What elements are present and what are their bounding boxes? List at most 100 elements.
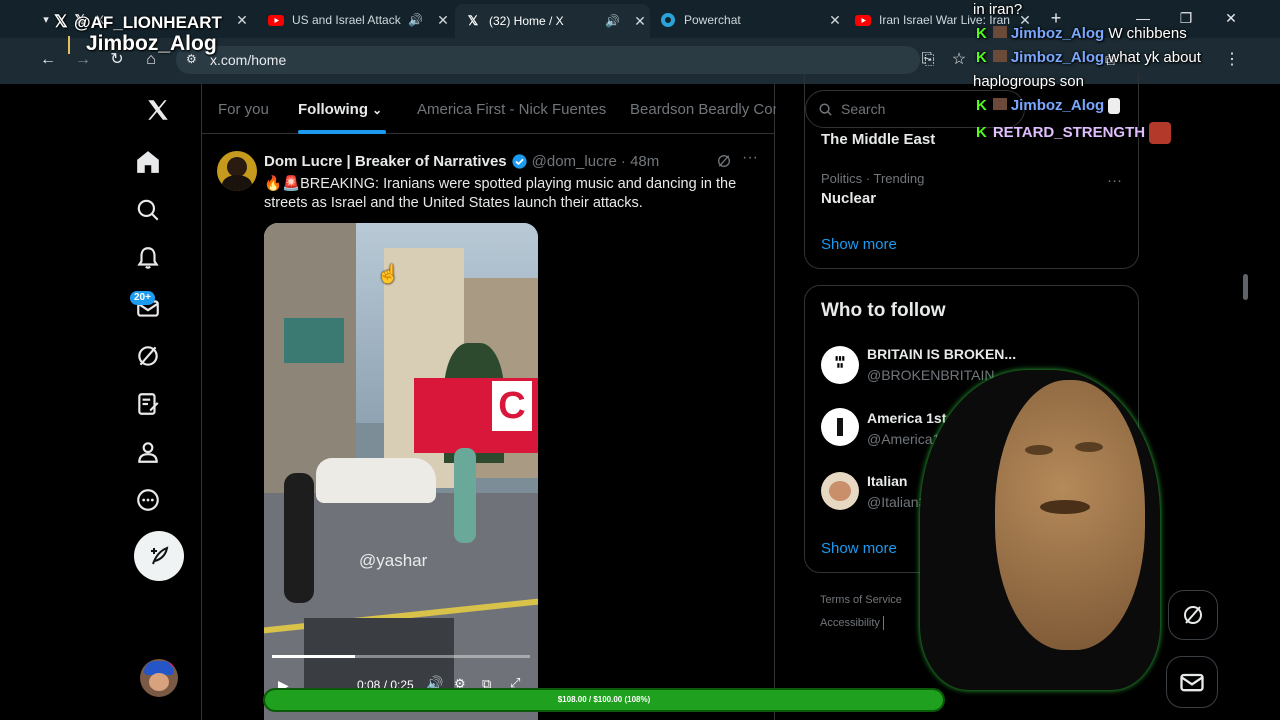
- close-icon[interactable]: ✕: [630, 13, 650, 30]
- tab-x-home[interactable]: 𝕏 (32) Home / X 🔊 ✕: [455, 4, 650, 38]
- donation-goal-bar: $108.00 / $100.00 (108%): [263, 688, 945, 712]
- explore-icon[interactable]: [132, 194, 164, 226]
- siren-icon: 🚨: [282, 176, 301, 192]
- streamer-subname: Jimboz_Alog: [86, 32, 217, 55]
- chat-message: K Jimboz_Alog: [976, 97, 1121, 115]
- address-bar[interactable]: ⚙ x.com/home: [176, 46, 920, 74]
- active-tab-indicator: [298, 130, 386, 134]
- chat-message: haplogroups son: [973, 73, 1084, 90]
- speaker-icon[interactable]: 🔊: [605, 14, 620, 28]
- grok-icon: [1184, 606, 1202, 624]
- page-scrollbar[interactable]: [1240, 84, 1250, 720]
- messages-badge: 20+: [130, 291, 155, 305]
- post-time[interactable]: · 48m: [621, 153, 659, 170]
- x-logo-icon[interactable]: [142, 94, 174, 126]
- chat-username: Jimboz_Alog: [1010, 25, 1105, 42]
- fire-icon: 🔥: [264, 176, 283, 192]
- bookmark-star-icon[interactable]: ☆: [949, 50, 969, 70]
- verified-badge-icon: [511, 153, 528, 170]
- trend-more-icon[interactable]: ···: [1107, 172, 1122, 189]
- post-more-icon[interactable]: ···: [742, 149, 758, 167]
- chat-username: RETARD_STRENGTH: [992, 123, 1146, 141]
- feather-plus-icon: [151, 546, 169, 565]
- grok-floating-button[interactable]: [1168, 590, 1218, 640]
- x-icon: 𝕏: [467, 13, 479, 28]
- video-watermark: @yashar: [359, 551, 428, 570]
- suggestion-avatar[interactable]: ▮▮▮ ▮▮: [821, 346, 859, 384]
- footer-terms[interactable]: Terms of Service: [820, 594, 902, 606]
- tab-label: US and Israel Attack: [292, 13, 401, 27]
- close-icon[interactable]: ✕: [232, 12, 252, 29]
- chat-text: haplogroups son: [973, 73, 1084, 90]
- install-icon[interactable]: ⎘: [918, 50, 938, 70]
- chat-text: what yk about: [1108, 49, 1201, 66]
- url-text: x.com/home: [210, 52, 287, 68]
- youtube-icon: [855, 12, 871, 28]
- post-text-line2: streets as Israel and the United States …: [264, 195, 643, 211]
- post-video[interactable]: C @yashar ▶ 0:08 / 0:25 🔊 ⚙ ⧉ ⤢: [264, 223, 538, 720]
- post-author-name[interactable]: Dom Lucre | Breaker of Narratives: [264, 153, 507, 170]
- streamer-handle: @AF_LIONHEART: [74, 13, 222, 32]
- notifications-icon[interactable]: [132, 242, 164, 274]
- messages-floating-button[interactable]: [1166, 656, 1218, 708]
- trend-name: The Middle East: [821, 131, 936, 148]
- who-to-follow-title: Who to follow: [821, 300, 946, 321]
- main-feed: For you Following ⌄ America First - Nick…: [201, 84, 776, 720]
- grok-post-icon[interactable]: [716, 153, 732, 169]
- trend-item[interactable]: Politics · Trending Nuclear: [821, 171, 1121, 207]
- tab-label: Powerchat: [684, 13, 741, 27]
- close-icon[interactable]: ✕: [825, 12, 845, 29]
- chat-badge: [992, 98, 1007, 110]
- chevron-down-icon: ⌄: [372, 103, 383, 117]
- mail-icon: [1180, 673, 1204, 692]
- close-icon[interactable]: ✕: [433, 12, 453, 29]
- speaker-icon[interactable]: 🔊: [408, 13, 423, 27]
- tab-following[interactable]: Following ⌄: [298, 101, 382, 118]
- stream-x-logo: 𝕏: [54, 12, 68, 31]
- lists-icon[interactable]: [132, 388, 164, 420]
- tab-search-button[interactable]: ▾: [36, 10, 56, 30]
- home-icon[interactable]: [132, 146, 164, 178]
- feed-tabs: For you Following ⌄ America First - Nick…: [202, 84, 776, 134]
- tab-for-you[interactable]: For you: [218, 101, 269, 118]
- back-button[interactable]: ←: [38, 50, 58, 70]
- trend-item[interactable]: The Middle East: [821, 131, 935, 148]
- chat-message: K Jimboz_Alog what yk about: [976, 49, 1201, 66]
- trends-show-more[interactable]: Show more: [821, 236, 897, 253]
- profile-icon[interactable]: [132, 436, 164, 468]
- chat-text: W chibbens: [1108, 25, 1187, 42]
- donation-goal-text: $108.00 / $100.00 (108%): [557, 695, 651, 704]
- kick-icon: K: [976, 25, 987, 42]
- post-header: Dom Lucre | Breaker of Narratives @dom_l…: [264, 153, 659, 170]
- chat-emote-icon: [1149, 122, 1172, 144]
- tab-following-label: Following: [298, 101, 368, 118]
- chat-badge: [992, 50, 1007, 62]
- chat-username: Jimboz_Alog: [1010, 97, 1105, 114]
- chat-text: in iran?: [973, 1, 1023, 18]
- menu-kebab-icon[interactable]: ⋮: [1222, 50, 1242, 70]
- post[interactable]: Dom Lucre | Breaker of Narratives @dom_l…: [202, 135, 774, 720]
- post-author-avatar[interactable]: [217, 151, 257, 191]
- tab-us-israel[interactable]: US and Israel Attack 🔊 ✕: [258, 6, 453, 34]
- post-author-handle[interactable]: @dom_lucre: [532, 153, 617, 170]
- vtuber-avatar: [900, 350, 1170, 690]
- footer-divider: [883, 616, 884, 630]
- tab-label: (32) Home / X: [489, 14, 564, 28]
- window-close-button[interactable]: ✕: [1221, 10, 1241, 30]
- tab-powerchat[interactable]: Powerchat ✕: [650, 6, 845, 34]
- footer-accessibility[interactable]: Accessibility: [820, 617, 880, 629]
- tab-beardson[interactable]: Beardson Beardly Com: [630, 101, 776, 118]
- kick-icon: K: [976, 49, 987, 66]
- suggestion-avatar[interactable]: [821, 408, 859, 446]
- more-icon[interactable]: [132, 484, 164, 516]
- video-progress-track[interactable]: [272, 655, 530, 658]
- compose-post-button[interactable]: [134, 531, 184, 581]
- follow-show-more[interactable]: Show more: [821, 540, 897, 557]
- chat-message: K RETARD_STRENGTH: [976, 122, 1172, 144]
- overlay-divider: [68, 36, 70, 54]
- suggestion-avatar[interactable]: [821, 472, 859, 510]
- grok-icon[interactable]: [132, 340, 164, 372]
- account-avatar[interactable]: [140, 659, 178, 697]
- tab-america-first[interactable]: America First - Nick Fuentes: [417, 101, 606, 118]
- chat-emote-icon: [1108, 98, 1121, 115]
